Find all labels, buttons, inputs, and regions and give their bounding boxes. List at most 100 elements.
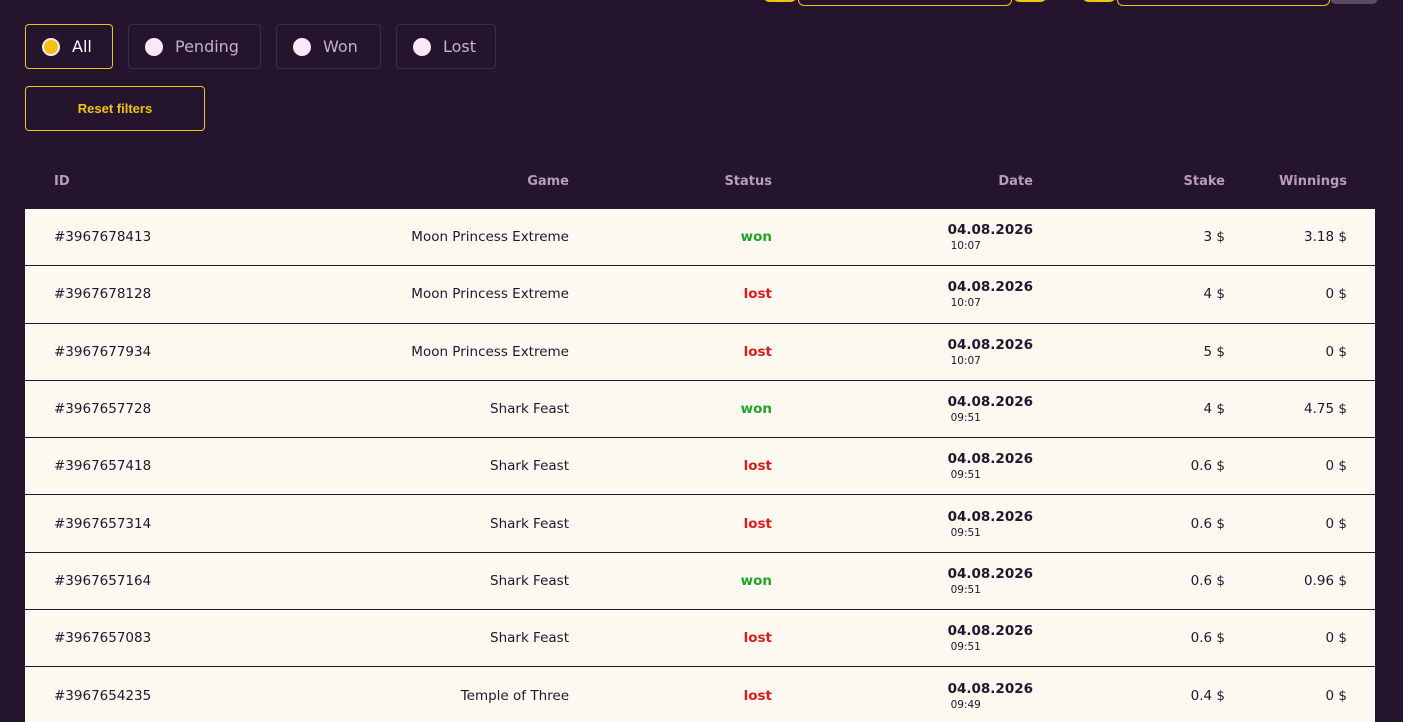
bet-date: 04.08.2026 — [947, 394, 1033, 411]
date-picker-handle[interactable] — [1081, 0, 1117, 2]
bet-id: #3967678128 — [54, 286, 152, 303]
bet-time: 09:51 — [950, 469, 981, 482]
bet-time: 09:51 — [950, 641, 981, 654]
bet-stake: 0.6 $ — [1190, 515, 1225, 532]
header-winnings[interactable]: Winnings — [1279, 174, 1347, 189]
bet-id: #3967657083 — [54, 630, 152, 647]
bet-time: 09:49 — [950, 698, 981, 711]
bet-status: lost — [743, 515, 772, 532]
bet-stake: 0.6 $ — [1190, 458, 1225, 475]
bet-date: 04.08.2026 — [947, 565, 1033, 582]
header-date[interactable]: Date — [998, 174, 1033, 189]
game-name: Moon Princess Extreme — [411, 286, 569, 303]
bet-date: 04.08.2026 — [947, 336, 1033, 353]
bet-datetime: 04.08.2026 09:51 — [948, 509, 1033, 539]
bet-status: won — [740, 401, 772, 418]
table-row[interactable]: #3967657728 Shark Feast won 04.08.2026 0… — [25, 380, 1375, 439]
bet-status: lost — [743, 687, 772, 704]
bet-datetime: 04.08.2026 09:51 — [948, 623, 1033, 653]
table-body: #3967678413 Moon Princess Extreme won 04… — [25, 209, 1375, 722]
game-name: Shark Feast — [490, 572, 569, 589]
bet-datetime: 04.08.2026 09:51 — [948, 394, 1033, 424]
radio-selected-icon[interactable] — [42, 37, 60, 56]
date-from-field[interactable] — [798, 0, 1012, 6]
bet-stake: 5 $ — [1203, 343, 1225, 360]
table-row[interactable]: #3967654235 Temple of Three lost 04.08.2… — [25, 667, 1375, 722]
bet-datetime: 04.08.2026 09:49 — [948, 681, 1033, 711]
bet-status: lost — [743, 343, 772, 360]
table-row[interactable]: #3967677934 Moon Princess Extreme lost 0… — [25, 323, 1375, 381]
bet-winnings: 0.96 $ — [1304, 572, 1347, 589]
header-stake[interactable]: Stake — [1184, 174, 1225, 189]
game-name: Shark Feast — [490, 630, 569, 647]
date-picker-handle[interactable] — [1012, 0, 1048, 2]
table-row[interactable]: #3967657164 Shark Feast won 04.08.2026 0… — [25, 552, 1375, 611]
bet-stake: 4 $ — [1203, 286, 1225, 303]
table-row[interactable]: #3967657314 Shark Feast lost 04.08.2026 … — [25, 495, 1375, 553]
bet-winnings: 3.18 $ — [1304, 229, 1347, 246]
radio-icon[interactable] — [145, 37, 163, 56]
bet-id: #3967654235 — [54, 687, 152, 704]
date-picker-handle[interactable] — [762, 0, 798, 2]
bet-winnings: 0 $ — [1325, 286, 1347, 303]
bet-status: won — [740, 572, 772, 589]
scroll-indicator — [1330, 0, 1378, 4]
bet-time: 10:07 — [950, 354, 981, 367]
bet-id: #3967657418 — [54, 458, 152, 475]
header-id[interactable]: ID — [54, 174, 70, 189]
header-game[interactable]: Game — [527, 174, 569, 189]
bet-datetime: 04.08.2026 10:07 — [948, 222, 1033, 252]
bet-status: lost — [743, 630, 772, 647]
bet-stake: 0.6 $ — [1190, 630, 1225, 647]
game-name: Shark Feast — [490, 458, 569, 475]
filter-lost[interactable]: Lost — [396, 24, 496, 69]
bet-time: 09:51 — [950, 412, 981, 425]
bet-time: 10:07 — [950, 240, 981, 253]
bet-stake: 3 $ — [1203, 229, 1225, 246]
filter-lost-label: Lost — [443, 37, 477, 56]
filter-pending[interactable]: Pending — [128, 24, 261, 69]
date-to-field[interactable] — [1117, 0, 1330, 6]
table-row[interactable]: #3967678413 Moon Princess Extreme won 04… — [25, 209, 1375, 267]
game-name: Moon Princess Extreme — [411, 229, 569, 246]
header-status[interactable]: Status — [724, 174, 772, 189]
bet-date: 04.08.2026 — [947, 451, 1033, 468]
bet-time: 09:51 — [950, 526, 981, 539]
bet-id: #3967678413 — [54, 229, 152, 246]
bet-date: 04.08.2026 — [947, 279, 1033, 296]
bet-time: 09:51 — [950, 583, 981, 596]
radio-icon[interactable] — [293, 37, 311, 56]
bet-winnings: 0 $ — [1325, 515, 1347, 532]
bet-id: #3967657728 — [54, 401, 152, 418]
game-name: Temple of Three — [460, 687, 569, 704]
bet-date: 04.08.2026 — [947, 623, 1033, 640]
bet-time: 10:07 — [950, 297, 981, 310]
bet-stake: 4 $ — [1203, 401, 1225, 418]
radio-icon[interactable] — [413, 37, 431, 56]
bet-status: won — [740, 229, 772, 246]
filter-all[interactable]: All — [25, 24, 113, 69]
bet-history-table: ID Game Status Date Stake Winnings #3967… — [25, 160, 1375, 722]
bet-datetime: 04.08.2026 09:51 — [948, 451, 1033, 481]
bet-winnings: 0 $ — [1325, 630, 1347, 647]
filter-all-label: All — [72, 37, 92, 56]
bet-datetime: 04.08.2026 10:07 — [948, 279, 1033, 309]
bet-stake: 0.6 $ — [1190, 572, 1225, 589]
table-row[interactable]: #3967678128 Moon Princess Extreme lost 0… — [25, 266, 1375, 324]
bet-status: lost — [743, 458, 772, 475]
bet-winnings: 0 $ — [1325, 343, 1347, 360]
bet-datetime: 04.08.2026 10:07 — [948, 337, 1033, 367]
filter-won[interactable]: Won — [276, 24, 381, 69]
table-row[interactable]: #3967657083 Shark Feast lost 04.08.2026 … — [25, 610, 1375, 668]
table-row[interactable]: #3967657418 Shark Feast lost 04.08.2026 … — [25, 438, 1375, 496]
game-name: Moon Princess Extreme — [411, 343, 569, 360]
bet-id: #3967677934 — [54, 343, 152, 360]
bet-status: lost — [743, 286, 772, 303]
bet-date: 04.08.2026 — [947, 222, 1033, 239]
status-filter-group: All Pending Won Lost — [25, 24, 511, 69]
filter-won-label: Won — [323, 37, 358, 56]
reset-filters-button[interactable]: Reset filters — [25, 86, 205, 131]
table-header: ID Game Status Date Stake Winnings — [25, 160, 1375, 209]
bet-id: #3967657164 — [54, 572, 152, 589]
filter-pending-label: Pending — [175, 37, 239, 56]
